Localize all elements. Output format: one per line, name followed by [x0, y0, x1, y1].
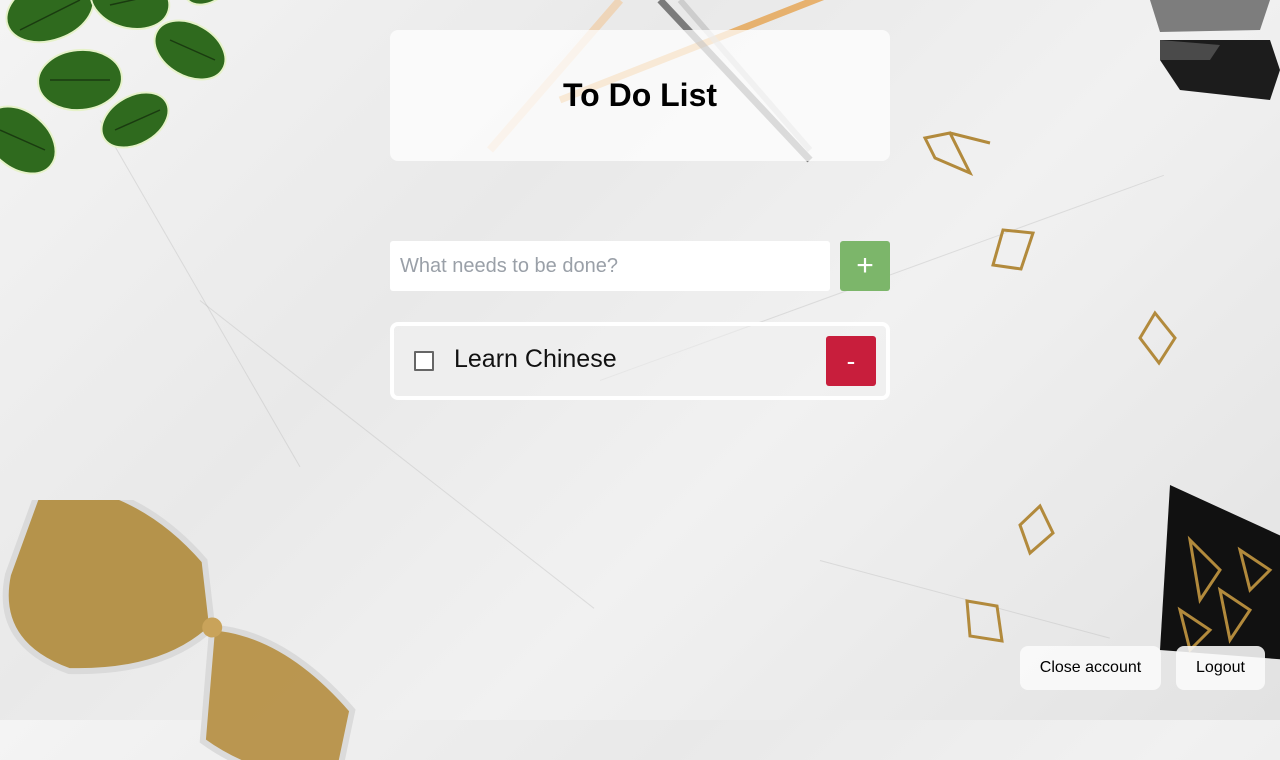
- todo-list: Learn Chinese -: [390, 322, 890, 400]
- plant-decoration: [0, 0, 238, 175]
- paperclip-decoration: [1138, 310, 1177, 366]
- todo-item-text: Learn Chinese: [454, 345, 617, 373]
- page-title: To Do List: [562, 77, 718, 113]
- paperclip-decoration: [991, 228, 1036, 271]
- hourglass-decoration: [2, 500, 356, 760]
- logout-button[interactable]: Logout: [1176, 646, 1265, 690]
- blocks-decoration: [1150, 0, 1280, 100]
- close-account-button[interactable]: Close account: [1020, 646, 1161, 690]
- todo-checkbox[interactable]: [414, 351, 434, 371]
- new-todo-input[interactable]: [390, 241, 830, 291]
- add-todo-form: +: [390, 241, 890, 291]
- clip-dish-decoration: [1160, 485, 1280, 660]
- paperclip-decoration: [965, 599, 1004, 643]
- remove-todo-button[interactable]: -: [826, 336, 876, 386]
- paperclip-decoration: [1018, 503, 1055, 556]
- add-todo-button[interactable]: +: [840, 241, 890, 291]
- header-card: To Do List: [390, 30, 890, 161]
- todo-item: Learn Chinese -: [390, 322, 890, 400]
- binder-clip-decoration: [922, 131, 991, 176]
